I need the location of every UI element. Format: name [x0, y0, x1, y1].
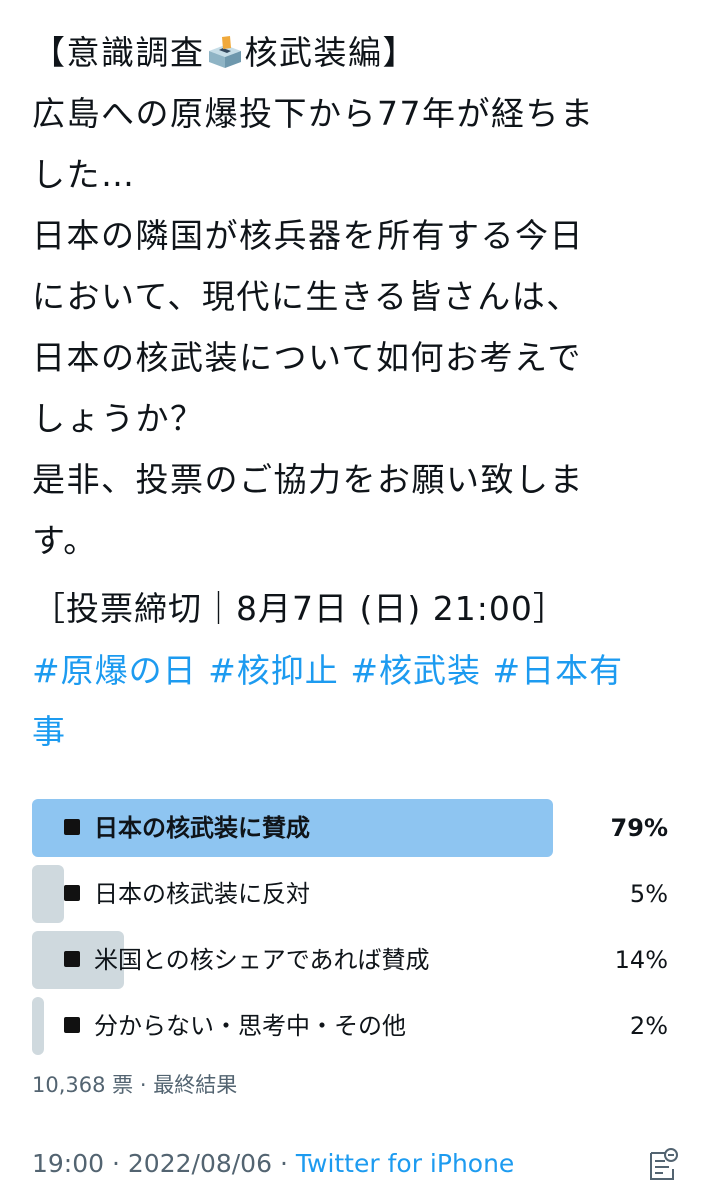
- poll-option-label: 米国との核シェアであれば賛成: [64, 931, 430, 989]
- poll-bar: [32, 997, 44, 1055]
- separator: ·: [279, 1149, 288, 1178]
- poll-option: 米国との核シェアであれば賛成 14%: [32, 931, 672, 989]
- black-square-icon: [64, 819, 80, 835]
- poll-status: 最終結果: [153, 1073, 238, 1097]
- hashtag-nihon-yuji-part1[interactable]: #日本有: [492, 651, 623, 690]
- poll-option-percent: 14%: [614, 946, 668, 974]
- poll-option: 日本の核武装に賛成 79%: [32, 799, 672, 857]
- black-square-icon: [64, 1017, 80, 1033]
- poll-vote-count: 10,368 票: [32, 1073, 134, 1097]
- poll-option-label: 日本の核武装に賛成: [64, 799, 310, 857]
- tweet-line-2: 広島への原爆投下から77年が経ちま: [32, 94, 595, 133]
- poll-option-text: 日本の核武装に賛成: [94, 814, 310, 842]
- poll-deadline: ［投票締切｜8月7日 (日) 21:00］: [32, 589, 567, 628]
- poll-option: 日本の核武装に反対 5%: [32, 865, 672, 923]
- ballot-box-icon: [208, 36, 241, 68]
- poll-option-text: 日本の核武装に反対: [94, 880, 310, 908]
- tweet-source-link[interactable]: Twitter for iPhone: [296, 1149, 514, 1178]
- tweet-date[interactable]: 2022/08/06: [128, 1149, 272, 1178]
- tweet-title-suffix: 核武装編】: [244, 33, 417, 72]
- tweet-line-4: 日本の隣国が核兵器を所有する今日: [32, 216, 584, 255]
- tweet-text: 【意識調査 核武装編】 広島への原爆投下から77年が経ちま した… 日本の隣国が…: [32, 22, 702, 571]
- poll-option-percent: 5%: [629, 880, 668, 908]
- tweet-line-9: す。: [32, 521, 98, 560]
- poll-summary: 10,368 票 · 最終結果: [32, 1070, 237, 1100]
- poll: 日本の核武装に賛成 79% 日本の核武装に反対 5% 米国との核シェアであれば賛…: [32, 799, 672, 1063]
- hashtag-kakuyokushi[interactable]: #核抑止: [208, 651, 339, 690]
- poll-option-text: 米国との核シェアであれば賛成: [94, 946, 430, 974]
- hashtag-nihon-yuji-part2[interactable]: 事: [32, 712, 66, 751]
- analytics-icon[interactable]: [645, 1147, 679, 1183]
- black-square-icon: [64, 951, 80, 967]
- tweet-time[interactable]: 19:00: [32, 1149, 104, 1178]
- hashtag-kakubuso[interactable]: #核武装: [350, 651, 481, 690]
- poll-bar: [32, 865, 64, 923]
- poll-option-percent: 2%: [629, 1012, 668, 1040]
- poll-option-label: 日本の核武装に反対: [64, 865, 310, 923]
- tweet-line-1: 【意識調査 核武装編】: [32, 22, 702, 83]
- tweet-line-5: において、現代に生きる皆さんは、: [32, 277, 581, 316]
- hashtags: #原爆の日 #核抑止 #核武装 #日本有 事: [32, 640, 702, 762]
- tweet-line-3: した…: [32, 155, 136, 194]
- tweet-line-8: 是非、投票のご協力をお願い致しま: [32, 460, 584, 499]
- hashtag-genbaku-no-hi[interactable]: #原爆の日: [32, 651, 197, 690]
- black-square-icon: [64, 885, 80, 901]
- poll-option-label: 分からない・思考中・その他: [64, 997, 406, 1055]
- tweet-line-6: 日本の核武装について如何お考えで: [32, 338, 583, 377]
- poll-option: 分からない・思考中・その他 2%: [32, 997, 672, 1055]
- separator: ·: [112, 1149, 120, 1178]
- poll-option-text: 分からない・思考中・その他: [94, 1012, 406, 1040]
- tweet-meta: 19:00 · 2022/08/06 · Twitter for iPhone: [32, 1147, 514, 1181]
- tweet-line-7: しょうか？: [32, 399, 205, 438]
- tweet-title-prefix: 【意識調査: [32, 33, 205, 72]
- separator: ·: [139, 1073, 147, 1097]
- poll-option-percent: 79%: [610, 814, 668, 842]
